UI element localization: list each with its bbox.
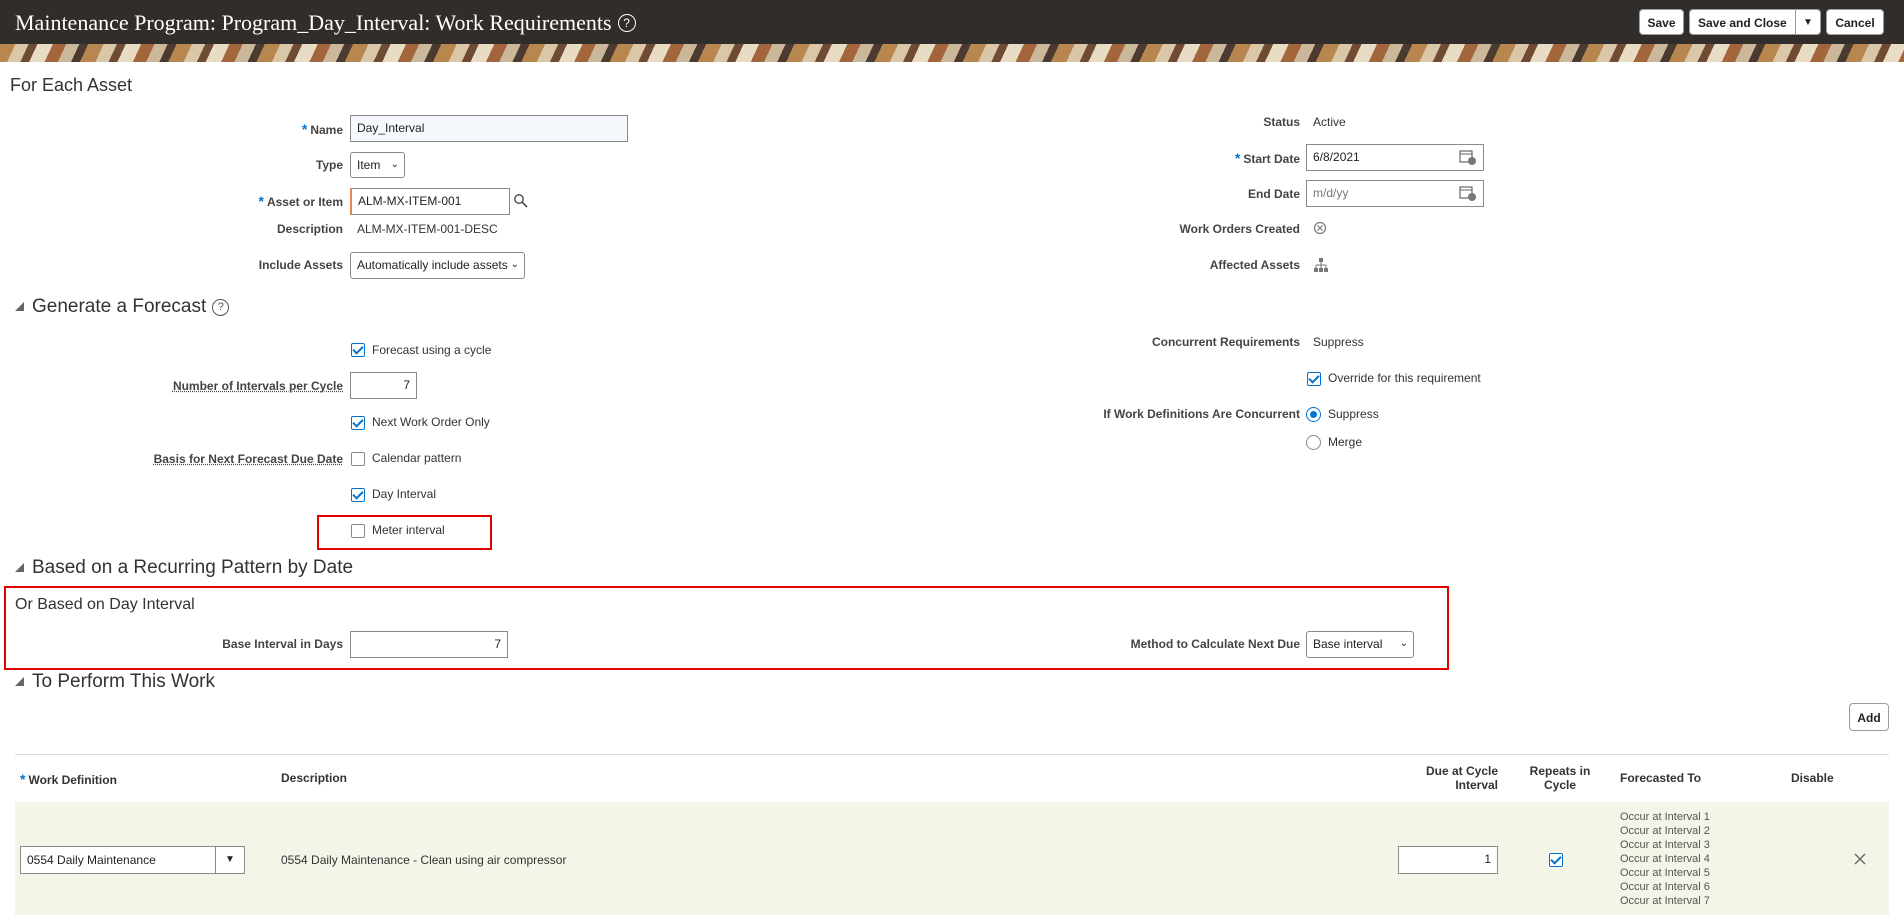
meter-interval-checkbox[interactable] xyxy=(351,524,365,538)
override-checkbox[interactable] xyxy=(1307,372,1321,386)
work-definition-field[interactable]: 0554 Daily Maintenance ▼ xyxy=(20,846,245,874)
asset-or-item-label: * Asset or Item xyxy=(258,193,343,209)
recurring-pattern-heading[interactable]: Based on a Recurring Pattern by Date xyxy=(15,557,353,579)
work-orders-created-label: Work Orders Created xyxy=(1179,222,1301,236)
name-label: * Name xyxy=(301,121,343,137)
concurrent-requirements-label: Concurrent Requirements xyxy=(1151,335,1300,349)
save-button[interactable]: Save xyxy=(1639,9,1684,35)
base-interval-field[interactable]: 7 xyxy=(350,631,508,658)
intervals-per-cycle-field[interactable]: 7 xyxy=(350,372,417,399)
next-work-order-only-label: Next Work Order Only xyxy=(372,415,490,429)
method-next-due-select[interactable]: Base interval ⌄ xyxy=(1306,631,1414,658)
collapse-triangle-icon xyxy=(15,677,24,686)
base-interval-label: Base Interval in Days xyxy=(222,637,343,651)
decorative-banner xyxy=(0,44,1904,62)
day-interval-checkbox[interactable] xyxy=(351,488,365,502)
column-header-due-at-cycle-interval: Due at Cycle Interval xyxy=(1425,764,1498,792)
concurrent-requirements-value: Suppress xyxy=(1313,335,1364,349)
status-value: Active xyxy=(1313,115,1346,129)
column-header-repeats-in-cycle: Repeats in Cycle xyxy=(1529,764,1591,792)
help-icon[interactable]: ? xyxy=(212,299,230,316)
list-item: Occur at Interval 4 xyxy=(1620,853,1710,865)
list-item: Occur at Interval 1 xyxy=(1620,811,1710,823)
list-item: Occur at Interval 6 xyxy=(1620,881,1710,893)
merge-radio[interactable] xyxy=(1306,435,1321,450)
perform-work-heading[interactable]: To Perform This Work xyxy=(15,671,215,693)
calendar-pattern-label: Calendar pattern xyxy=(372,451,462,465)
chevron-down-icon: ⌄ xyxy=(1399,638,1408,649)
save-menu-dropdown[interactable]: ▼ xyxy=(1795,10,1820,34)
column-header-description: Description xyxy=(281,771,348,785)
if-concurrent-label: If Work Definitions Are Concurrent xyxy=(1103,407,1300,421)
work-definition-description: 0554 Daily Maintenance - Clean using air… xyxy=(281,853,567,867)
status-label: Status xyxy=(1263,115,1300,129)
hierarchy-icon[interactable] xyxy=(1313,257,1329,273)
next-work-order-only-checkbox[interactable] xyxy=(351,416,365,430)
suppress-radio[interactable] xyxy=(1306,407,1321,422)
affected-assets-label: Affected Assets xyxy=(1209,258,1300,272)
table-top-divider xyxy=(15,754,1889,755)
column-header-work-definition: * Work Definition xyxy=(20,771,117,787)
collapse-triangle-icon xyxy=(15,302,24,311)
override-label: Override for this requirement xyxy=(1328,371,1481,385)
save-and-close-label: Save and Close xyxy=(1698,16,1787,30)
day-interval-label: Day Interval xyxy=(372,487,437,501)
include-assets-select[interactable]: Automatically include assets ⌄ xyxy=(350,252,525,279)
chevron-down-icon: ⌄ xyxy=(510,259,519,270)
merge-label: Merge xyxy=(1328,435,1363,449)
day-interval-heading: Or Based on Day Interval xyxy=(15,596,195,613)
title-bar: Maintenance Program: Program_Day_Interva… xyxy=(0,0,1904,44)
generate-forecast-heading[interactable]: Generate a Forecast? xyxy=(15,296,230,318)
method-next-due-label: Method to Calculate Next Due xyxy=(1130,637,1300,651)
list-item: Occur at Interval 2 xyxy=(1620,825,1710,837)
description-label: Description xyxy=(276,222,343,236)
cancel-button[interactable]: Cancel xyxy=(1826,9,1884,35)
chevron-down-icon[interactable]: ▼ xyxy=(215,847,244,873)
include-assets-label: Include Assets xyxy=(258,258,343,272)
list-item: Occur at Interval 3 xyxy=(1620,839,1710,851)
help-icon[interactable]: ? xyxy=(617,14,636,32)
start-date-label: * Start Date xyxy=(1234,150,1300,166)
page-title: Maintenance Program: Program_Day_Interva… xyxy=(15,10,636,36)
repeats-in-cycle-checkbox[interactable] xyxy=(1549,853,1563,867)
start-date-field[interactable]: 6/8/2021 xyxy=(1306,144,1484,171)
intervals-per-cycle-label: Number of Intervals per Cycle xyxy=(172,379,343,393)
meter-interval-label: Meter interval xyxy=(372,523,445,537)
list-item: Occur at Interval 5 xyxy=(1620,867,1710,879)
close-icon[interactable] xyxy=(1853,852,1867,866)
forecast-cycle-label: Forecast using a cycle xyxy=(372,343,492,357)
due-at-field[interactable]: 1 xyxy=(1398,846,1498,874)
end-date-label: End Date xyxy=(1247,187,1300,201)
column-header-disable: Disable xyxy=(1791,771,1834,785)
type-label: Type xyxy=(315,158,343,172)
type-select[interactable]: Item ⌄ xyxy=(350,152,405,178)
description-value: ALM-MX-ITEM-001-DESC xyxy=(357,222,498,236)
add-button[interactable]: Add xyxy=(1849,703,1889,731)
search-icon[interactable] xyxy=(513,193,529,209)
calendar-pattern-checkbox[interactable] xyxy=(351,452,365,466)
calendar-icon[interactable] xyxy=(1459,184,1477,202)
save-and-close-button[interactable]: Save and Close ▼ xyxy=(1689,9,1821,35)
column-header-forecasted-to: Forecasted To xyxy=(1620,771,1702,785)
end-date-field[interactable]: m/d/yy xyxy=(1306,180,1484,207)
for-each-asset-heading: For Each Asset xyxy=(10,75,133,95)
collapse-triangle-icon xyxy=(15,563,24,572)
calendar-icon[interactable] xyxy=(1459,148,1477,166)
list-item: Occur at Interval 7 xyxy=(1620,895,1710,907)
suppress-label: Suppress xyxy=(1328,407,1379,421)
name-field[interactable]: Day_Interval xyxy=(350,115,628,142)
day-interval-highlight xyxy=(4,586,1449,670)
chevron-down-icon: ⌄ xyxy=(390,159,399,170)
asset-or-item-field[interactable]: ALM-MX-ITEM-001 xyxy=(350,188,510,215)
forecast-cycle-checkbox[interactable] xyxy=(351,343,365,357)
no-work-orders-icon xyxy=(1313,221,1327,235)
forecasted-to-list: Occur at Interval 1 Occur at Interval 2 … xyxy=(1620,810,1710,908)
basis-next-forecast-label: Basis for Next Forecast Due Date xyxy=(153,452,343,466)
